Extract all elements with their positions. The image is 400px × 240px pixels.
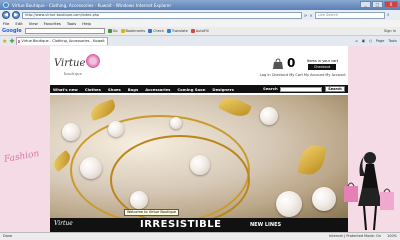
cart-summary: 0 Items in your cart Checkout Log In Che… — [260, 56, 346, 80]
nav-clothes[interactable]: Clothes — [85, 87, 101, 92]
nav-shoes[interactable]: Shoes — [108, 87, 121, 92]
hero-tooltip: Welcome to Virtue Boutique — [124, 209, 180, 216]
browser-tab[interactable]: Virtue Boutique - Clothing, Accessories … — [16, 37, 109, 45]
pearl-decoration — [80, 157, 102, 179]
banner-headline: IRRESISTIBLE — [140, 219, 222, 230]
pearl-decoration — [190, 155, 210, 175]
banner-tagline: NEW LINES — [250, 222, 282, 228]
site-search-input[interactable] — [280, 86, 322, 92]
menu-tools[interactable]: Tools — [67, 21, 76, 26]
status-right: Internet | Protected Mode: On 100% — [329, 233, 397, 240]
pearl-decoration — [170, 117, 182, 129]
menu-view[interactable]: View — [29, 21, 38, 26]
command-bar: ⌂ ▣ ⎙ Page Tools — [356, 37, 397, 45]
menu-help[interactable]: Help — [82, 21, 91, 26]
checkout-button[interactable]: Checkout — [308, 64, 336, 70]
autofill-icon — [190, 29, 195, 33]
check-button[interactable]: Check — [148, 29, 164, 33]
site-logo[interactable]: Virtue boutique — [52, 52, 122, 82]
maximize-button[interactable]: □ — [372, 1, 383, 8]
nav-designers[interactable]: Designers — [212, 87, 233, 92]
google-go-button[interactable]: Go — [107, 29, 118, 33]
shopping-bag-icon[interactable] — [272, 58, 284, 70]
minimize-button[interactable]: _ — [360, 1, 371, 8]
window-title: Virtue Boutique - Clothing, Accessories … — [12, 2, 172, 8]
address-actions: ⟳ ✕ — [304, 13, 313, 18]
google-logo: Google — [2, 28, 22, 34]
close-button[interactable]: X — [384, 1, 398, 8]
window-controls: _ □ X — [360, 1, 398, 8]
banner-brand: Virtue — [54, 220, 73, 227]
menu-favorites[interactable]: Favorites — [44, 21, 61, 26]
home-icon[interactable]: ⌂ — [356, 37, 358, 45]
forward-button[interactable]: ▶ — [12, 11, 20, 19]
promo-banner[interactable]: Virtue IRRESISTIBLE NEW LINES — [50, 218, 348, 232]
gold-leaf-decoration — [88, 98, 118, 122]
back-button[interactable]: ◀ — [2, 11, 10, 19]
zoom-level[interactable]: 100% — [387, 233, 397, 240]
cart-items-label: Items in your cart — [307, 59, 339, 63]
search-icon[interactable]: ⌕ — [387, 12, 390, 18]
gold-leaf-decoration — [218, 95, 252, 121]
account-links[interactable]: Log In Checkout My Cart My Account My Ac… — [260, 73, 346, 77]
add-favorite-icon[interactable]: ✚ — [9, 38, 14, 45]
security-zone: Internet | Protected Mode: On — [329, 234, 381, 238]
site-search-button[interactable]: Search — [325, 86, 345, 92]
gold-leaf-decoration — [297, 143, 327, 177]
web-page: Fashion Virtue boutique 0 Items in your … — [0, 46, 400, 232]
status-text: Done — [3, 234, 13, 238]
favorites-star-icon[interactable]: ★ — [2, 38, 7, 45]
feeds-icon[interactable]: ▣ — [362, 37, 365, 45]
pearl-decoration — [312, 187, 336, 211]
cart-count: 0 — [287, 56, 296, 70]
pearl-decoration — [276, 191, 302, 217]
tabs-row: ★ ✚ Virtue Boutique - Clothing, Accessor… — [0, 36, 400, 46]
translate-button[interactable]: Translate — [166, 29, 188, 33]
spellcheck-icon — [148, 29, 153, 33]
tools-menu[interactable]: Tools — [388, 37, 397, 45]
hero-image[interactable]: Welcome to Virtue Boutique — [50, 95, 348, 218]
pearl-decoration — [62, 123, 80, 141]
ie-logo-icon — [3, 2, 9, 8]
nav-coming-soon[interactable]: Coming Soon — [177, 87, 205, 92]
translate-icon — [166, 29, 171, 33]
star-icon — [120, 29, 125, 33]
flower-logo-icon — [86, 54, 100, 68]
site-nav: What's new Clothes Shoes Bags Accessorie… — [50, 85, 348, 93]
refresh-icon[interactable]: ⟳ — [304, 13, 307, 18]
logo-text: Virtue — [54, 58, 86, 69]
fashion-girl-illustration — [344, 152, 394, 231]
nav-accessories[interactable]: Accessories — [145, 87, 170, 92]
autofill-button[interactable]: AutoFill — [190, 29, 209, 33]
sign-in-link[interactable]: Sign In — [384, 29, 396, 33]
side-decoration-text: Fashion — [3, 148, 41, 166]
google-toolbar: Google Go Bookmarks Check Translate Auto… — [0, 27, 400, 36]
print-icon[interactable]: ⎙ — [369, 37, 372, 45]
nav-bags[interactable]: Bags — [128, 87, 138, 92]
google-search-input[interactable] — [24, 28, 105, 34]
go-icon — [107, 29, 112, 33]
favicon-icon — [18, 40, 21, 43]
menu-file[interactable]: File — [3, 21, 9, 26]
menu-bar: File Edit View Favorites Tools Help — [0, 20, 400, 27]
live-search-input[interactable]: Live Search — [314, 11, 385, 19]
status-bar: Done Internet | Protected Mode: On 100% — [0, 232, 400, 240]
tab-label: Virtue Boutique - Clothing, Accessories … — [21, 39, 105, 43]
window-titlebar: Virtue Boutique - Clothing, Accessories … — [0, 0, 400, 10]
address-bar: ◀ ▶ http://www.virtue-boutique.com/index… — [0, 10, 400, 20]
page-menu[interactable]: Page — [376, 37, 384, 45]
site-container: Virtue boutique 0 Items in your cart Che… — [50, 46, 348, 232]
stop-icon[interactable]: ✕ — [309, 13, 312, 18]
pearl-decoration — [260, 107, 278, 125]
nav-search-label: Search — [263, 86, 278, 91]
pearl-decoration — [130, 191, 148, 209]
menu-edit[interactable]: Edit — [15, 21, 22, 26]
logo-subtitle: boutique — [64, 71, 82, 76]
url-field[interactable]: http://www.virtue-boutique.com/index.php — [22, 11, 302, 19]
pearl-decoration — [108, 121, 124, 137]
bookmarks-button[interactable]: Bookmarks — [120, 29, 145, 33]
nav-whats-new[interactable]: What's new — [53, 87, 78, 92]
